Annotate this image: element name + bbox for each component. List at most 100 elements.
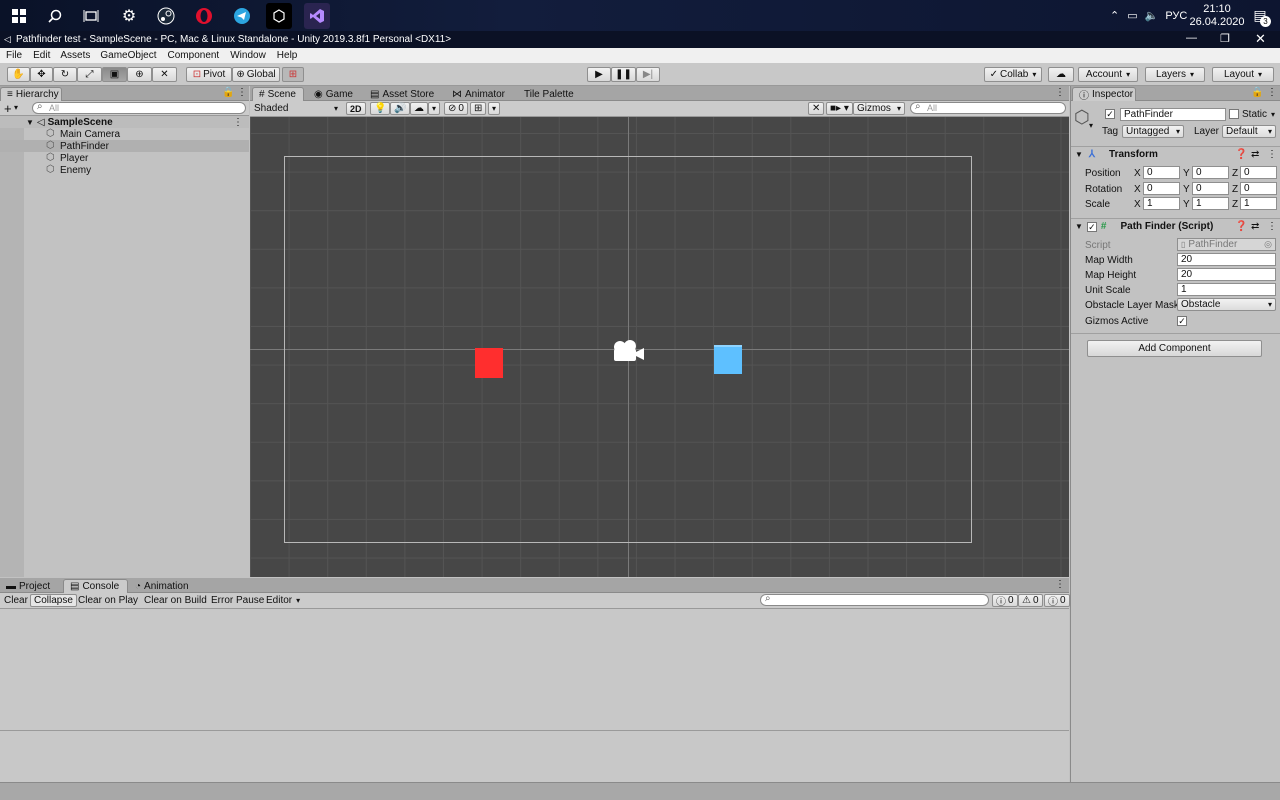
- grid-snap-button[interactable]: ⊞: [282, 67, 304, 82]
- transform-tool-button[interactable]: ⊕: [127, 67, 152, 82]
- more-icon[interactable]: ⋮: [237, 87, 247, 98]
- console-log-area[interactable]: [0, 609, 1069, 730]
- collab-dropdown[interactable]: ✓ Collab: [984, 67, 1042, 82]
- expand-arrow-icon[interactable]: ▼: [26, 118, 34, 127]
- language-indicator[interactable]: РУС: [1165, 10, 1187, 22]
- scene-viewport[interactable]: [250, 117, 1069, 577]
- hierarchy-item-main-camera[interactable]: ⬡ Main Camera: [0, 128, 249, 140]
- warnings-toggle[interactable]: ⚠ 0: [1018, 594, 1043, 607]
- player-square[interactable]: [714, 345, 742, 374]
- menu-assets[interactable]: Assets: [60, 50, 90, 61]
- tab-animator[interactable]: ⋈ Animator: [446, 87, 511, 101]
- chevron-down-icon[interactable]: ▾: [1089, 121, 1093, 130]
- help-icon[interactable]: ❓: [1235, 149, 1247, 160]
- static-checkbox[interactable]: [1229, 109, 1239, 119]
- cloud-button[interactable]: ☁: [1048, 67, 1074, 82]
- windows-icon[interactable]: [0, 0, 38, 31]
- console-detail-area[interactable]: [0, 731, 1069, 782]
- preset-icon[interactable]: ⇄: [1251, 149, 1259, 160]
- opera-icon[interactable]: [185, 0, 223, 31]
- effects-toggle[interactable]: ☁: [410, 102, 428, 115]
- layout-dropdown[interactable]: Layout: [1212, 67, 1274, 82]
- tab-project[interactable]: ▬ Project: [0, 579, 56, 593]
- scale-x-field[interactable]: 1: [1143, 197, 1180, 210]
- lighting-toggle[interactable]: 💡: [370, 102, 391, 115]
- close-button[interactable]: ✕: [1255, 31, 1266, 47]
- tab-asset-store[interactable]: ▤ Asset Store: [364, 87, 440, 101]
- clock[interactable]: 21:10 26.04.2020: [1189, 0, 1244, 31]
- 2d-toggle-button[interactable]: 2D: [346, 102, 366, 115]
- help-icon[interactable]: ❓: [1235, 221, 1247, 232]
- position-x-field[interactable]: 0: [1143, 166, 1180, 179]
- create-plus-icon[interactable]: +: [4, 101, 12, 116]
- scene-tools-button[interactable]: ✕: [808, 102, 825, 115]
- error-pause-toggle[interactable]: Error Pause: [208, 594, 267, 607]
- add-component-button[interactable]: Add Component: [1087, 340, 1262, 357]
- hierarchy-item-pathfinder[interactable]: ⬡ PathFinder: [0, 140, 249, 152]
- hierarchy-search-input[interactable]: All: [32, 101, 246, 114]
- obstacle-layer-dropdown[interactable]: Obstacle: [1177, 298, 1276, 311]
- grid-dropdown[interactable]: ▾: [488, 102, 501, 115]
- expand-arrow-icon[interactable]: ▼: [1075, 150, 1083, 159]
- hidden-objects-toggle[interactable]: ⊘ 0: [444, 102, 468, 115]
- menu-edit[interactable]: Edit: [33, 50, 50, 61]
- rect-tool-button[interactable]: ▣: [102, 67, 127, 82]
- enemy-square[interactable]: [475, 348, 503, 378]
- chevron-up-icon[interactable]: ⌃: [1110, 9, 1119, 22]
- console-search-input[interactable]: [760, 593, 989, 606]
- chevron-down-icon[interactable]: ▾: [14, 103, 18, 112]
- unit-scale-field[interactable]: 1: [1177, 283, 1276, 296]
- minimize-button[interactable]: —: [1186, 32, 1197, 44]
- network-icon[interactable]: ▭: [1127, 9, 1137, 22]
- move-tool-button[interactable]: ✥: [30, 67, 53, 82]
- lock-icon[interactable]: 🔒: [222, 87, 234, 98]
- custom-tool-button[interactable]: ✕: [152, 67, 177, 82]
- search-icon[interactable]: [36, 0, 74, 31]
- scene-search-input[interactable]: All: [910, 101, 1066, 114]
- clear-on-play-toggle[interactable]: Clear on Play: [75, 594, 141, 607]
- editor-dropdown[interactable]: Editor: [263, 594, 303, 607]
- clear-on-build-toggle[interactable]: Clear on Build: [141, 594, 210, 607]
- menu-help[interactable]: Help: [277, 50, 298, 61]
- rotation-x-field[interactable]: 0: [1143, 182, 1180, 195]
- more-icon[interactable]: ⋮: [1267, 149, 1277, 160]
- telegram-icon[interactable]: [223, 0, 261, 31]
- task-view-icon[interactable]: [72, 0, 110, 31]
- target-icon[interactable]: ◎: [1264, 239, 1272, 250]
- transform-header[interactable]: ▼ ⅄ Transform ❓ ⇄ ⋮: [1071, 146, 1280, 162]
- tab-scene[interactable]: # Scene: [252, 87, 304, 101]
- more-icon[interactable]: ⋮: [1267, 87, 1277, 98]
- gizmos-active-checkbox[interactable]: ✓: [1177, 316, 1187, 326]
- hierarchy-item-enemy[interactable]: ⬡ Enemy: [0, 164, 249, 176]
- component-enabled-checkbox[interactable]: ✓: [1086, 221, 1097, 232]
- grid-toggle[interactable]: ⊞: [470, 102, 487, 115]
- lock-icon[interactable]: 🔒: [1251, 87, 1263, 98]
- tag-dropdown[interactable]: Untagged: [1122, 125, 1184, 138]
- effects-dropdown[interactable]: ▾: [428, 102, 441, 115]
- tab-console[interactable]: ▤ Console: [63, 579, 128, 593]
- visual-studio-icon[interactable]: [304, 3, 330, 29]
- menu-component[interactable]: Component: [168, 50, 220, 61]
- map-width-field[interactable]: 20: [1177, 253, 1276, 266]
- errors-toggle[interactable]: ⓘ 0: [992, 594, 1018, 608]
- map-height-field[interactable]: 20: [1177, 268, 1276, 281]
- hierarchy-scene-row[interactable]: ▼ ◁ SampleScene ⋮: [0, 116, 249, 128]
- camera-settings-button[interactable]: ■▸ ▾: [826, 102, 853, 115]
- audio-toggle[interactable]: 🔊: [390, 102, 411, 115]
- preset-icon[interactable]: ⇄: [1251, 221, 1259, 232]
- menu-file[interactable]: File: [6, 50, 22, 61]
- global-button[interactable]: ⊕ Global: [232, 67, 280, 82]
- tab-hierarchy[interactable]: ≡ Hierarchy: [0, 87, 62, 101]
- scale-tool-button[interactable]: ⤢: [77, 67, 102, 82]
- active-checkbox[interactable]: ✓: [1105, 109, 1115, 119]
- tab-tile-palette[interactable]: Tile Palette: [518, 87, 580, 101]
- more-icon[interactable]: ⋮: [1055, 87, 1065, 98]
- scene-menu-icon[interactable]: ⋮: [233, 117, 243, 128]
- gizmos-dropdown[interactable]: Gizmos: [853, 102, 905, 115]
- pause-button[interactable]: ❚❚: [611, 67, 636, 82]
- pivot-button[interactable]: ⊡ Pivot: [186, 67, 232, 82]
- chevron-down-icon[interactable]: ▾: [1271, 110, 1275, 119]
- position-y-field[interactable]: 0: [1192, 166, 1229, 179]
- step-button[interactable]: ▶|: [636, 67, 660, 82]
- settings-icon[interactable]: ⚙: [110, 0, 148, 31]
